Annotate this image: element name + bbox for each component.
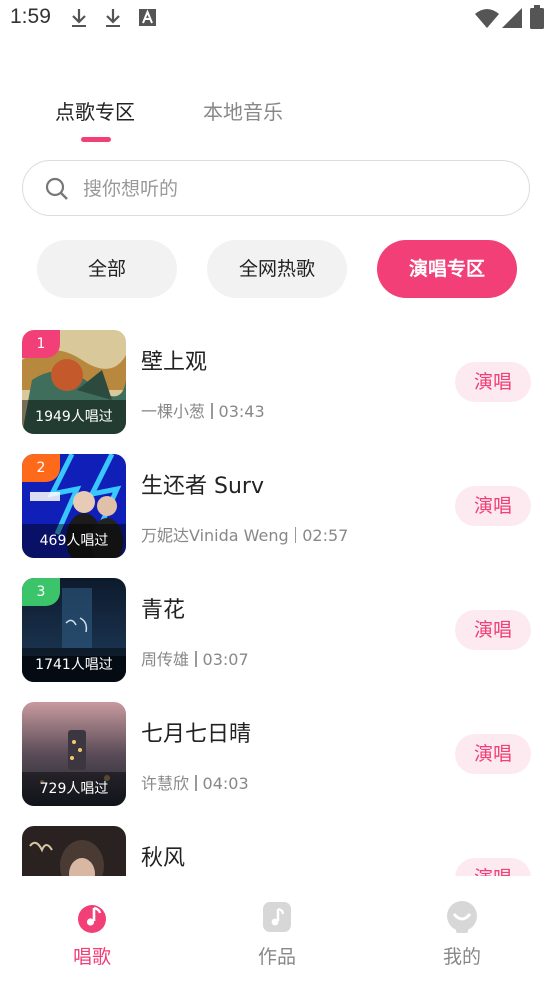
song-title: 生还者 Surv <box>141 474 264 499</box>
song-meta: 许慧欣 04:03 <box>141 770 249 794</box>
song-meta: 万妮达Vinida Weng 02:57 <box>141 522 348 546</box>
tab-song-request[interactable]: 点歌专区 <box>55 96 135 125</box>
status-time: 1:59 <box>10 5 51 28</box>
song-cover: 3 1741人唱过 <box>22 578 126 682</box>
song-duration: 02:57 <box>302 526 349 545</box>
song-row[interactable]: 3 1741人唱过 青花 周传雄 03:07 演唱 <box>0 578 554 684</box>
sung-count: 729人唱过 <box>22 772 126 806</box>
wifi-icon <box>475 9 499 28</box>
song-cover <box>22 826 126 876</box>
nav-works-label: 作品 <box>257 946 296 968</box>
rank-badge: 1 <box>22 330 60 358</box>
sing-button[interactable]: 演唱 <box>455 362 531 402</box>
search-input[interactable] <box>81 169 485 209</box>
filter-pills: 全部 全网热歌 演唱专区 <box>0 240 554 298</box>
song-meta: 周传雄 03:07 <box>141 646 249 670</box>
song-title: 七月七日晴 <box>141 722 252 747</box>
sing-button[interactable]: 演唱 <box>455 486 531 526</box>
song-artist: 周传雄 <box>141 650 190 669</box>
sing-button[interactable]: 演唱 <box>455 734 531 774</box>
song-title: 青花 <box>141 598 186 623</box>
sung-count: 469人唱过 <box>22 524 126 558</box>
sing-button[interactable]: 演唱 <box>455 610 531 650</box>
font-app-icon <box>139 9 156 26</box>
song-duration: 04:03 <box>202 774 249 793</box>
song-list: 1 1949人唱过 壁上观 一棵小葱 03:43 演唱 2 469人唱过 生还者 … <box>0 330 554 876</box>
nav-profile-label: 我的 <box>442 946 481 968</box>
cover-art <box>22 826 126 876</box>
song-artist: 万妮达Vinida Weng <box>141 526 289 545</box>
song-cover: 729人唱过 <box>22 702 126 806</box>
nav-profile[interactable]: 我的 <box>402 900 522 969</box>
song-duration: 03:43 <box>218 402 265 421</box>
song-cover: 1 1949人唱过 <box>22 330 126 434</box>
nav-works[interactable]: 作品 <box>217 900 337 969</box>
song-meta: 一棵小葱 03:43 <box>141 398 265 422</box>
music-note-icon <box>78 905 106 933</box>
search-bar[interactable] <box>22 160 530 216</box>
download-icon <box>106 9 120 27</box>
song-title: 壁上观 <box>141 350 208 375</box>
active-tab-indicator <box>81 137 111 142</box>
song-artist: 许慧欣 <box>141 774 190 793</box>
filter-performance-zone[interactable]: 演唱专区 <box>377 240 517 298</box>
download-icon <box>72 9 86 27</box>
song-cover: 2 469人唱过 <box>22 454 126 558</box>
song-duration: 03:07 <box>202 650 249 669</box>
song-row[interactable]: 秋风 演唱 <box>0 826 554 876</box>
status-bar: 1:59 <box>0 0 554 38</box>
tab-local-music[interactable]: 本地音乐 <box>203 96 283 125</box>
bottom-nav: 唱歌 作品 我的 <box>0 876 554 984</box>
song-row[interactable]: 2 469人唱过 生还者 Surv 万妮达Vinida Weng 02:57 演唱 <box>0 454 554 560</box>
sing-button[interactable]: 演唱 <box>455 858 531 876</box>
rank-badge: 3 <box>22 578 60 606</box>
nav-sing[interactable]: 唱歌 <box>32 900 152 969</box>
sung-count: 1949人唱过 <box>22 400 126 434</box>
song-row[interactable]: 1 1949人唱过 壁上观 一棵小葱 03:43 演唱 <box>0 330 554 436</box>
music-file-icon <box>263 902 291 932</box>
song-artist: 一棵小葱 <box>141 402 206 421</box>
tab-bar: 点歌专区 本地音乐 <box>0 96 554 146</box>
song-title: 秋风 <box>141 846 186 871</box>
search-icon <box>45 177 68 200</box>
filter-hot-songs[interactable]: 全网热歌 <box>207 240 347 298</box>
filter-all[interactable]: 全部 <box>37 240 177 298</box>
battery-icon <box>530 5 544 29</box>
profile-icon <box>447 901 477 933</box>
cellular-signal-icon <box>502 8 522 28</box>
song-row[interactable]: 729人唱过 七月七日晴 许慧欣 04:03 演唱 <box>0 702 554 808</box>
rank-badge: 2 <box>22 454 60 482</box>
sung-count: 1741人唱过 <box>22 648 126 682</box>
nav-sing-label: 唱歌 <box>72 946 111 968</box>
